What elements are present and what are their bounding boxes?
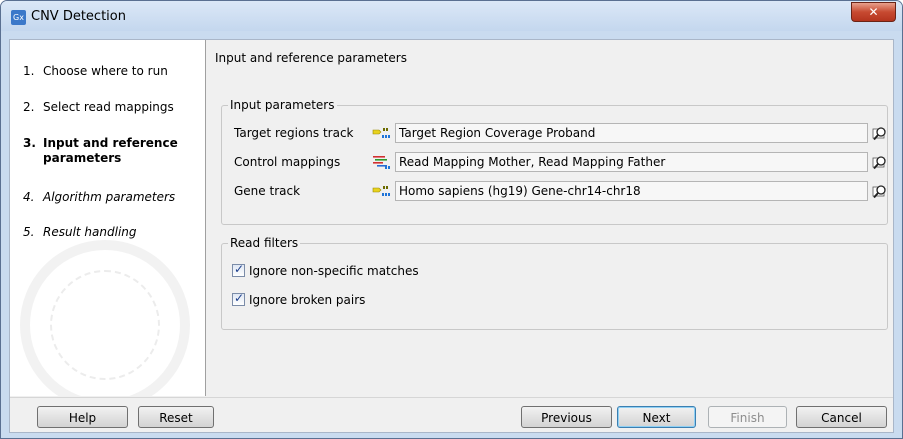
- step-input-and-reference-parameters: 3. Input and reference parameters: [23, 136, 178, 166]
- step-choose-where-to-run: 1. Choose where to run: [23, 64, 168, 79]
- app-icon: Gx: [11, 10, 26, 25]
- ignore-non-specific-matches-label: Ignore non-specific matches: [249, 264, 419, 278]
- wizard-steps-pane: 1. Choose where to run 2. Select read mapp…: [10, 40, 206, 396]
- step-result-handling: 5. Result handling: [23, 225, 137, 240]
- previous-button[interactable]: Previous: [521, 406, 612, 428]
- step-label: Input and reference: [43, 136, 178, 150]
- next-button[interactable]: Next: [617, 406, 696, 428]
- step-number: 2.: [23, 100, 35, 114]
- step-number: 5.: [23, 225, 35, 239]
- step-algorithm-parameters: 4. Algorithm parameters: [23, 190, 175, 205]
- step-label: Algorithm parameters: [43, 190, 176, 204]
- browse-magnifier-icon[interactable]: [872, 154, 888, 170]
- ignore-broken-pairs-checkbox[interactable]: ✓: [232, 291, 245, 306]
- target-regions-label: Target regions track: [234, 126, 354, 140]
- button-bar: Help Reset Previous Next Finish Cancel: [10, 397, 893, 432]
- gene-track-label: Gene track: [234, 184, 301, 198]
- window-title: CNV Detection: [31, 9, 126, 24]
- help-button[interactable]: Help: [37, 406, 128, 428]
- read-mapping-icon: [373, 156, 390, 169]
- read-filters-legend: Read filters: [228, 236, 301, 250]
- step-label: Select read mappings: [43, 100, 174, 114]
- step-number: 4.: [23, 190, 35, 204]
- ignore-broken-pairs-option[interactable]: ✓ Ignore broken pairs: [232, 291, 366, 307]
- watermark-ring: [50, 270, 160, 380]
- step-label-line2: parameters: [43, 151, 122, 165]
- control-mappings-label: Control mappings: [234, 155, 341, 169]
- step-number: 1.: [23, 64, 35, 78]
- annotation-track-icon: [372, 186, 390, 196]
- step-select-read-mappings: 2. Select read mappings: [23, 100, 174, 115]
- parameters-pane: Input and reference parameters Input par…: [207, 40, 893, 396]
- step-label: Result handling: [43, 225, 137, 239]
- read-filters-group: Read filters ✓ Ignore non-specific matche…: [221, 236, 888, 330]
- gene-track-field[interactable]: Homo sapiens (hg19) Gene-chr14-chr18: [395, 181, 868, 201]
- ignore-non-specific-matches-option[interactable]: ✓ Ignore non-specific matches: [232, 262, 419, 278]
- checkmark-icon: ✓: [234, 262, 245, 276]
- dialog-body: 1. Choose where to run 2. Select read mapp…: [9, 39, 894, 433]
- title-bar[interactable]: Gx CNV Detection ✕: [1, 1, 902, 31]
- finish-button: Finish: [708, 406, 787, 428]
- step-number: 3.: [23, 136, 36, 150]
- dialog-window: Gx CNV Detection ✕ 1. Choose where to run…: [0, 0, 903, 439]
- annotation-track-icon: [372, 128, 390, 138]
- input-parameters-group: Input parameters Target regions track Ta…: [221, 98, 888, 225]
- reset-button[interactable]: Reset: [138, 406, 214, 428]
- target-regions-field[interactable]: Target Region Coverage Proband: [395, 123, 868, 143]
- control-mappings-field[interactable]: Read Mapping Mother, Read Mapping Father: [395, 152, 868, 172]
- checkmark-icon: ✓: [234, 291, 245, 305]
- browse-magnifier-icon[interactable]: [872, 125, 888, 141]
- browse-magnifier-icon[interactable]: [872, 183, 888, 199]
- ignore-broken-pairs-label: Ignore broken pairs: [249, 293, 366, 307]
- pane-title: Input and reference parameters: [215, 51, 407, 65]
- step-label: Choose where to run: [43, 64, 168, 78]
- cancel-button[interactable]: Cancel: [796, 406, 887, 428]
- close-button[interactable]: ✕: [851, 2, 896, 22]
- input-parameters-legend: Input parameters: [228, 98, 337, 112]
- ignore-non-specific-matches-checkbox[interactable]: ✓: [232, 262, 245, 277]
